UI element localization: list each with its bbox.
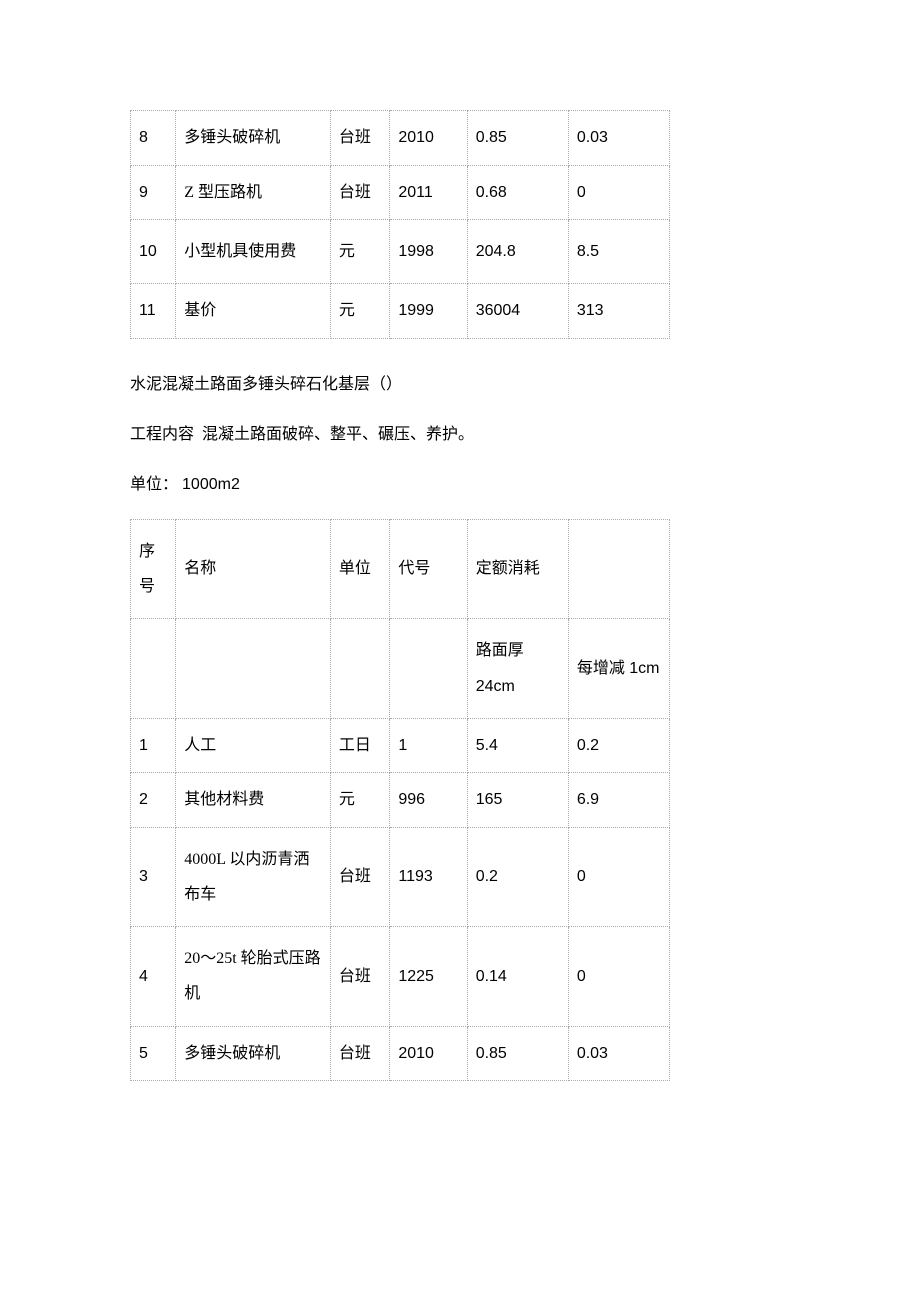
cell-name: 小型机具使用费 <box>176 220 331 284</box>
table-header-row: 序号 名称 单位 代号 定额消耗 <box>131 519 670 618</box>
cell-value1: 0.68 <box>467 165 568 220</box>
cell-seq: 3 <box>131 827 176 926</box>
cell-seq: 10 <box>131 220 176 284</box>
cell-unit: 元 <box>330 773 389 828</box>
cell-value2: 0 <box>568 927 669 1026</box>
unit-label: 单位： <box>130 476 178 493</box>
table-row: 2 其他材料费 元 996 165 6.9 <box>131 773 670 828</box>
cell-name: 4000L 以内沥青洒布车 <box>176 827 331 926</box>
cell-value1: 0.2 <box>467 827 568 926</box>
header-unit: 单位 <box>330 519 389 618</box>
cell-seq: 2 <box>131 773 176 828</box>
cell-unit: 工日 <box>330 718 389 773</box>
table-row: 9 Z 型压路机 台班 2011 0.68 0 <box>131 165 670 220</box>
cell-unit: 元 <box>330 220 389 284</box>
cell-unit: 台班 <box>330 827 389 926</box>
unit-line: 单位： 1000m2 <box>130 469 790 501</box>
cell-code: 2011 <box>390 165 467 220</box>
cell-code: 1193 <box>390 827 467 926</box>
quota-table-top: 8 多锤头破碎机 台班 2010 0.85 0.03 9 Z 型压路机 台班 2… <box>130 110 670 339</box>
cell-code: 2010 <box>390 1026 467 1081</box>
cell-value2: 0.2 <box>568 718 669 773</box>
section-title: 水泥混凝土路面多锤头碎石化基层（） <box>130 369 790 401</box>
table-row: 10 小型机具使用费 元 1998 204.8 8.5 <box>131 220 670 284</box>
subheader-increment: 每增减 1cm <box>568 619 669 718</box>
cell-code: 996 <box>390 773 467 828</box>
cell-value2: 0.03 <box>568 1026 669 1081</box>
cell-value1: 165 <box>467 773 568 828</box>
cell-name: 多锤头破碎机 <box>176 1026 331 1081</box>
cell-name: 人工 <box>176 718 331 773</box>
content-text: 混凝土路面破碎、整平、碾压、养护。 <box>202 426 474 443</box>
header-code: 代号 <box>390 519 467 618</box>
cell-unit: 台班 <box>330 1026 389 1081</box>
subheader-thickness: 路面厚 24cm <box>467 619 568 718</box>
header-empty <box>568 519 669 618</box>
cell-name: 多锤头破碎机 <box>176 111 331 166</box>
cell-name: 基价 <box>176 284 331 339</box>
table-row: 4 20～25t 轮胎式压路机 台班 1225 0.14 0 <box>131 927 670 1026</box>
cell-unit: 台班 <box>330 165 389 220</box>
table-row: 1 人工 工日 1 5.4 0.2 <box>131 718 670 773</box>
cell-name: Z 型压路机 <box>176 165 331 220</box>
table-row: 8 多锤头破碎机 台班 2010 0.85 0.03 <box>131 111 670 166</box>
cell-name: 20～25t 轮胎式压路机 <box>176 927 331 1026</box>
cell-value1: 0.85 <box>467 111 568 166</box>
cell-value2: 0.03 <box>568 111 669 166</box>
cell-seq: 1 <box>131 718 176 773</box>
header-seq: 序号 <box>131 519 176 618</box>
cell-value1: 0.85 <box>467 1026 568 1081</box>
cell-code: 1225 <box>390 927 467 1026</box>
cell-value2: 0 <box>568 165 669 220</box>
header-quota: 定额消耗 <box>467 519 568 618</box>
cell-seq: 8 <box>131 111 176 166</box>
cell-value1: 0.14 <box>467 927 568 1026</box>
cell-value1: 5.4 <box>467 718 568 773</box>
work-content: 工程内容 混凝土路面破碎、整平、碾压、养护。 <box>130 419 790 451</box>
cell-value1: 36004 <box>467 284 568 339</box>
cell-value2: 8.5 <box>568 220 669 284</box>
cell-unit: 台班 <box>330 111 389 166</box>
cell-code: 1998 <box>390 220 467 284</box>
cell-value1: 204.8 <box>467 220 568 284</box>
unit-text: 1000m2 <box>182 476 240 493</box>
cell-value2: 313 <box>568 284 669 339</box>
header-name: 名称 <box>176 519 331 618</box>
cell-seq: 9 <box>131 165 176 220</box>
cell-seq: 11 <box>131 284 176 339</box>
cell-code: 2010 <box>390 111 467 166</box>
sub-empty <box>176 619 331 718</box>
table-row: 5 多锤头破碎机 台班 2010 0.85 0.03 <box>131 1026 670 1081</box>
cell-code: 1999 <box>390 284 467 339</box>
sub-empty <box>390 619 467 718</box>
cell-unit: 台班 <box>330 927 389 1026</box>
sub-empty <box>131 619 176 718</box>
cell-seq: 4 <box>131 927 176 1026</box>
quota-table-main: 序号 名称 单位 代号 定额消耗 路面厚 24cm 每增减 1cm 1 人工 工… <box>130 519 670 1081</box>
content-label: 工程内容 <box>130 426 194 443</box>
table-row: 3 4000L 以内沥青洒布车 台班 1193 0.2 0 <box>131 827 670 926</box>
cell-seq: 5 <box>131 1026 176 1081</box>
table-row: 11 基价 元 1999 36004 313 <box>131 284 670 339</box>
cell-unit: 元 <box>330 284 389 339</box>
cell-name: 其他材料费 <box>176 773 331 828</box>
cell-value2: 0 <box>568 827 669 926</box>
table-subheader-row: 路面厚 24cm 每增减 1cm <box>131 619 670 718</box>
sub-empty <box>330 619 389 718</box>
cell-value2: 6.9 <box>568 773 669 828</box>
cell-code: 1 <box>390 718 467 773</box>
